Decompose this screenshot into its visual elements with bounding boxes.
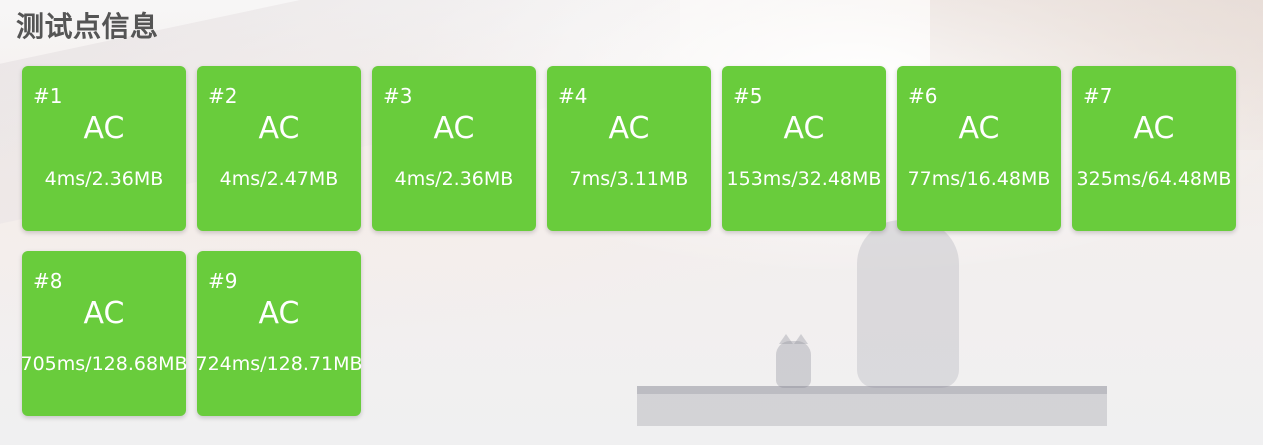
test-case-tile[interactable]: #5 AC 153ms/32.48MB [722,66,886,231]
test-case-id: #7 [1083,84,1113,108]
test-case-usage: 4ms/2.36MB [394,168,514,190]
test-case-usage: 7ms/3.11MB [569,168,689,190]
test-case-tile[interactable]: #6 AC 77ms/16.48MB [897,66,1061,231]
test-case-id: #3 [383,84,413,108]
test-case-id: #6 [908,84,938,108]
test-case-grid: #1 AC 4ms/2.36MB #2 AC 4ms/2.47MB #3 AC … [20,66,1252,416]
test-case-tile[interactable]: #9 AC 724ms/128.71MB [195,251,363,416]
test-case-id: #8 [33,269,63,293]
test-case-id: #1 [33,84,63,108]
test-case-status: AC [1133,111,1175,146]
test-case-usage: 705ms/128.68MB [20,353,188,375]
test-case-tile[interactable]: #2 AC 4ms/2.47MB [197,66,361,231]
test-case-usage: 325ms/64.48MB [1076,168,1232,190]
test-case-status: AC [258,296,300,331]
test-case-usage: 4ms/2.47MB [219,168,339,190]
test-case-usage: 77ms/16.48MB [907,168,1051,190]
test-case-status: AC [258,111,300,146]
test-case-tile[interactable]: #7 AC 325ms/64.48MB [1072,66,1236,231]
test-case-usage: 153ms/32.48MB [726,168,882,190]
test-case-usage: 4ms/2.36MB [44,168,164,190]
test-case-id: #9 [208,269,238,293]
test-case-tile[interactable]: #3 AC 4ms/2.36MB [372,66,536,231]
test-case-tile[interactable]: #4 AC 7ms/3.11MB [547,66,711,231]
test-case-id: #2 [208,84,238,108]
test-case-tile[interactable]: #8 AC 705ms/128.68MB [20,251,188,416]
test-case-status: AC [83,296,125,331]
test-case-status: AC [783,111,825,146]
test-case-id: #5 [733,84,763,108]
test-case-usage: 724ms/128.71MB [195,353,363,375]
test-case-id: #4 [558,84,588,108]
section-title: 测试点信息 [16,10,159,43]
test-case-status: AC [433,111,475,146]
test-case-status: AC [608,111,650,146]
test-case-status: AC [958,111,1000,146]
test-case-tile[interactable]: #1 AC 4ms/2.36MB [22,66,186,231]
test-case-status: AC [83,111,125,146]
